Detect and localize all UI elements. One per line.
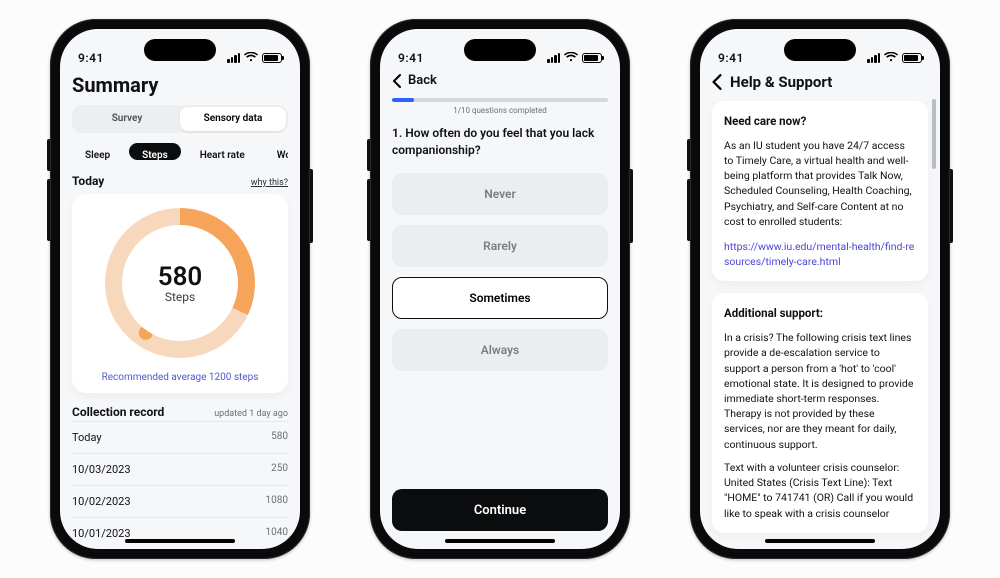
additional-support-card: Additional support: In a crisis? The fol… xyxy=(712,293,928,532)
dynamic-island xyxy=(784,39,856,61)
chip-steps[interactable]: Steps xyxy=(129,143,181,160)
home-indicator[interactable] xyxy=(445,539,555,543)
record-row-label: 10/01/2023 xyxy=(72,527,131,540)
home-indicator[interactable] xyxy=(765,539,875,543)
care-now-card: Need care now? As an IU student you have… xyxy=(712,101,928,281)
dynamic-island xyxy=(464,39,536,61)
chip-sleep[interactable]: Sleep xyxy=(72,143,123,160)
chevron-left-icon[interactable] xyxy=(712,74,722,90)
cellular-icon xyxy=(227,53,240,63)
clock: 9:41 xyxy=(718,51,744,65)
battery-icon xyxy=(262,53,282,63)
recommendation-text: Recommended average 1200 steps xyxy=(102,372,259,383)
dynamic-island xyxy=(144,39,216,61)
continue-button[interactable]: Continue xyxy=(392,489,608,531)
chip-heart-rate[interactable]: Heart rate xyxy=(187,143,258,160)
option-always[interactable]: Always xyxy=(392,329,608,371)
scrollbar-thumb[interactable] xyxy=(932,99,936,169)
home-indicator[interactable] xyxy=(125,539,235,543)
back-label: Back xyxy=(408,73,437,88)
steps-ring-card: 580 Steps Recommended average 1200 steps xyxy=(72,194,288,393)
collection-record-heading: Collection record xyxy=(72,405,164,419)
cellular-icon xyxy=(547,53,560,63)
tab-survey[interactable]: Survey xyxy=(74,107,180,131)
updated-label: updated 1 day ago xyxy=(214,409,288,419)
record-row[interactable]: 10/01/2023 1040 xyxy=(72,517,288,549)
wifi-icon xyxy=(564,52,578,64)
segmented-control[interactable]: Survey Sensory data xyxy=(72,105,288,133)
tab-sensory-data[interactable]: Sensory data xyxy=(180,107,286,131)
additional-support-heading: Additional support: xyxy=(724,306,823,320)
metric-chip-row[interactable]: Sleep Steps Heart rate Workouts Lo xyxy=(72,143,288,160)
option-rarely[interactable]: Rarely xyxy=(392,225,608,267)
clock: 9:41 xyxy=(398,51,424,65)
additional-support-body-2: Text with a volunteer crisis counselor: … xyxy=(724,460,916,521)
record-row[interactable]: 10/03/2023 250 xyxy=(72,453,288,485)
clock: 9:41 xyxy=(78,51,104,65)
record-row-value: 250 xyxy=(271,463,288,476)
record-row-value: 1080 xyxy=(266,495,288,508)
record-row-label: 10/03/2023 xyxy=(72,463,131,476)
survey-question: 1. How often do you feel that you lack c… xyxy=(392,125,608,159)
progress-ring: 580 Steps xyxy=(105,208,255,358)
survey-progress-bar xyxy=(392,98,608,102)
additional-support-body-1: In a crisis? The following crisis text l… xyxy=(724,330,916,452)
today-label: Today xyxy=(72,174,104,188)
record-row-label: 10/02/2023 xyxy=(72,495,131,508)
battery-icon xyxy=(902,53,922,63)
phone-mockup-survey: 9:41 Back 1/10 questions completed 1. Ho… xyxy=(370,19,630,559)
wifi-icon xyxy=(244,52,258,64)
record-row-value: 580 xyxy=(271,431,288,444)
cellular-icon xyxy=(867,53,880,63)
record-row[interactable]: Today 580 xyxy=(72,421,288,453)
record-row[interactable]: 10/02/2023 1080 xyxy=(72,485,288,517)
progress-caption: 1/10 questions completed xyxy=(392,106,608,115)
record-row-value: 1040 xyxy=(266,527,288,540)
wifi-icon xyxy=(884,52,898,64)
phone-mockup-support: 9:41 Help & Support Need care now? As an… xyxy=(690,19,950,559)
steps-unit: Steps xyxy=(158,290,203,304)
option-sometimes[interactable]: Sometimes xyxy=(392,277,608,319)
timely-care-link[interactable]: https://www.iu.edu/mental-health/find-re… xyxy=(724,239,916,269)
chip-workouts[interactable]: Workouts xyxy=(264,143,288,160)
chevron-left-icon xyxy=(392,74,402,88)
care-now-body: As an IU student you have 24/7 access to… xyxy=(724,138,916,229)
care-now-heading: Need care now? xyxy=(724,114,806,128)
steps-value: 580 xyxy=(158,262,203,292)
why-this-link[interactable]: why this? xyxy=(251,178,288,188)
option-never[interactable]: Never xyxy=(392,173,608,215)
record-row-label: Today xyxy=(72,431,102,444)
phone-mockup-summary: 9:41 Summary Survey Sensory data Sleep S… xyxy=(50,19,310,559)
page-title: Summary xyxy=(72,73,288,97)
page-title: Help & Support xyxy=(730,73,832,91)
back-button[interactable]: Back xyxy=(392,73,608,88)
battery-icon xyxy=(582,53,602,63)
